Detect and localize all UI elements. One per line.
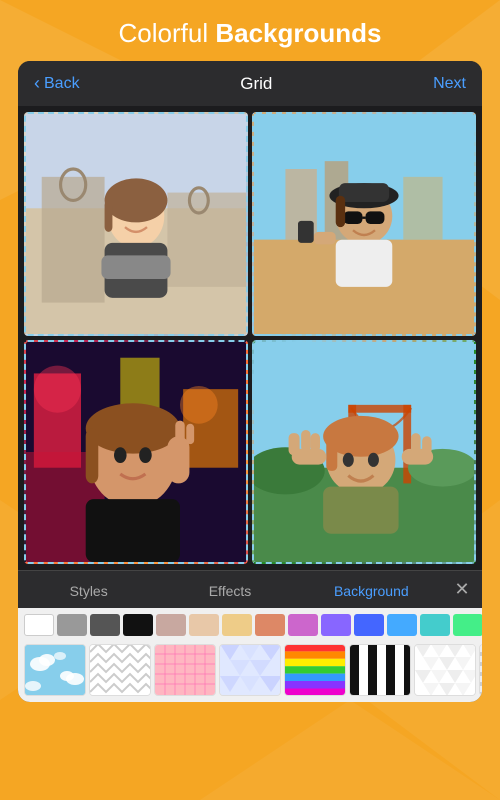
swatch-purple[interactable]	[288, 614, 318, 636]
photo-cell-1[interactable]	[24, 112, 248, 336]
swatch-tan[interactable]	[189, 614, 219, 636]
pattern-clouds[interactable]	[24, 644, 86, 696]
pattern-pink-grid[interactable]	[154, 644, 216, 696]
app-header: Colorful Backgrounds	[0, 0, 500, 61]
main-card: ‹ Back Grid Next	[18, 61, 482, 702]
tab-effects[interactable]: Effects	[159, 573, 300, 607]
pattern-light-triangles[interactable]	[219, 644, 281, 696]
page-title: Colorful Backgrounds	[0, 0, 500, 61]
swatch-teal[interactable]	[420, 614, 450, 636]
close-icon: ✕	[454, 579, 469, 600]
photo-grid	[18, 106, 482, 570]
swatch-white[interactable]	[24, 614, 54, 636]
photo-cell-2[interactable]	[252, 112, 476, 336]
nav-title: Grid	[240, 74, 272, 94]
pattern-swatches-row	[18, 640, 482, 702]
pattern-rainbow[interactable]	[284, 644, 346, 696]
swatch-dark-gray[interactable]	[90, 614, 120, 636]
swatch-violet[interactable]	[321, 614, 351, 636]
swatch-rose[interactable]	[255, 614, 285, 636]
tab-background[interactable]: Background	[301, 573, 442, 607]
swatch-peach[interactable]	[222, 614, 252, 636]
pattern-gray-stripes[interactable]	[479, 644, 482, 696]
back-chevron-icon: ‹	[34, 73, 40, 94]
pattern-zebra[interactable]	[349, 644, 411, 696]
back-button[interactable]: ‹ Back	[34, 73, 80, 94]
swatch-mint[interactable]	[453, 614, 482, 636]
photo-cell-4[interactable]	[252, 340, 476, 564]
swatch-blush[interactable]	[156, 614, 186, 636]
swatch-sky[interactable]	[387, 614, 417, 636]
next-button[interactable]: Next	[433, 75, 466, 93]
swatch-black[interactable]	[123, 614, 153, 636]
tabs-bar: Styles Effects Background ✕	[18, 570, 482, 608]
tab-styles[interactable]: Styles	[18, 573, 159, 607]
swatch-blue[interactable]	[354, 614, 384, 636]
close-button[interactable]: ✕	[442, 571, 482, 608]
photo-cell-3[interactable]	[24, 340, 248, 564]
back-label: Back	[44, 75, 80, 93]
pattern-white-triangles[interactable]	[414, 644, 476, 696]
pattern-zigzag[interactable]	[89, 644, 151, 696]
swatch-gray[interactable]	[57, 614, 87, 636]
nav-bar: ‹ Back Grid Next	[18, 61, 482, 106]
color-swatches-row	[18, 608, 482, 640]
